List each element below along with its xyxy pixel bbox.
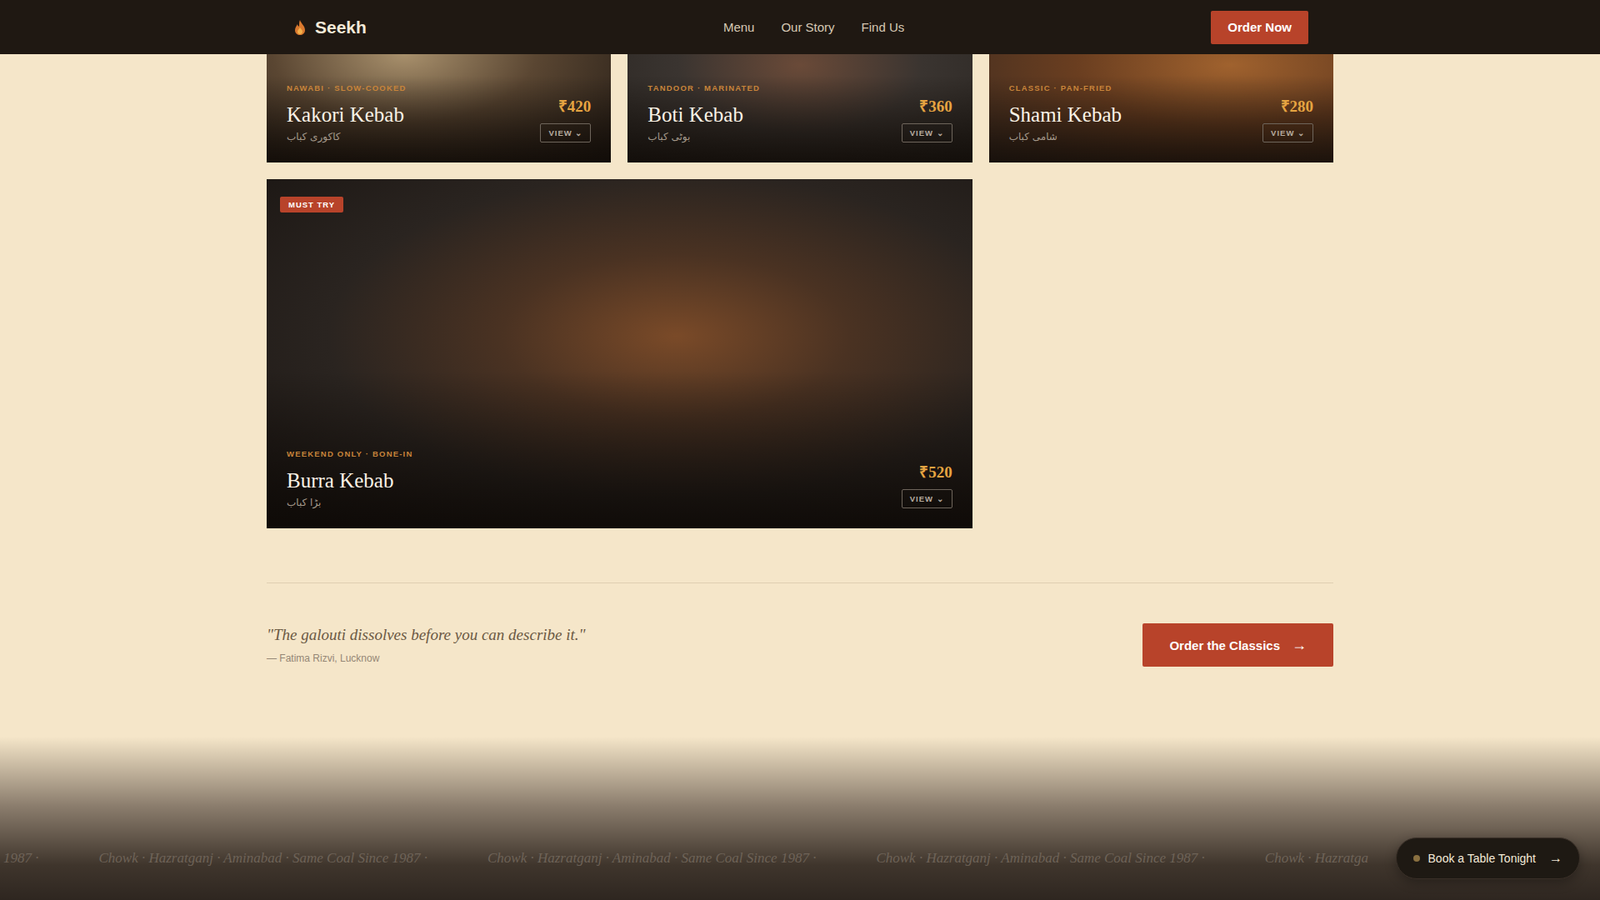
dish-card[interactable]: TANDOOR · MARINATED Boti Kebab بوٹی کباب ₹3… <box>627 54 972 163</box>
dish-card[interactable]: MUST TRY WEEKEND ONLY · BONE-IN Burra Keba… <box>266 179 973 529</box>
dish-grid: NAWABI · SLOW-COOKED Kakori Kebab کاکوری ک… <box>266 54 1334 529</box>
header: Seekh Menu Our Story Find Us Order Now <box>0 0 1600 55</box>
dish-tag: NAWABI · SLOW-COOKED <box>286 83 407 93</box>
dish-price: ₹520 <box>919 460 953 483</box>
brand-logo[interactable]: Seekh <box>293 17 367 38</box>
dish-name: Burra Kebab <box>286 468 414 494</box>
nav-link[interactable]: Our Story <box>780 20 835 35</box>
marquee-text: Chowk · Hazratga <box>1265 850 1369 867</box>
quote-author: — Fatima Rizvi, Lucknow <box>266 652 586 665</box>
dish-name: Kakori Kebab <box>286 102 407 128</box>
arrow-icon: → <box>1291 636 1307 655</box>
view-button[interactable]: VIEW ⌄ <box>540 123 591 143</box>
marquee-text: Chowk · Hazratganj · Aminabad · Same Coa… <box>99 850 428 867</box>
page: Seekh Menu Our Story Find Us Order Now NAWABI… <box>0 0 1600 900</box>
testimonial-row: "The galouti dissolves before you can de… <box>266 583 1334 667</box>
order-now-button[interactable]: Order Now <box>1210 10 1309 45</box>
flame-icon <box>293 19 307 36</box>
nav-link[interactable]: Menu <box>723 20 755 35</box>
dish-tag: WEEKEND ONLY · BONE-IN <box>286 449 414 459</box>
brand-name: Seekh <box>315 17 367 38</box>
footer: 1987 · Chowk · Hazratganj · Aminabad · Sa… <box>0 666 1600 900</box>
view-button[interactable]: VIEW ⌄ <box>901 489 953 509</box>
dish-card[interactable]: NAWABI · SLOW-COOKED Kakori Kebab کاکوری ک… <box>266 54 611 163</box>
testimonial: "The galouti dissolves before you can de… <box>266 625 586 665</box>
main-nav: Menu Our Story Find Us <box>723 20 905 35</box>
dish-name: Boti Kebab <box>647 102 760 128</box>
marquee-text: 1987 · <box>3 850 40 867</box>
marquee-text: Chowk · Hazratganj · Aminabad · Same Coa… <box>875 850 1205 867</box>
dish-card[interactable]: CLASSIC · PAN-FRIED Shami Kebab شامی کباب ₹… <box>989 54 1334 163</box>
dish-urdu-name: بوٹی کباب <box>647 130 690 143</box>
dish-urdu-name: شامی کباب <box>1009 130 1058 143</box>
dish-urdu-name: بڑا کباب <box>286 496 321 509</box>
dish-price: ₹360 <box>919 95 953 117</box>
arrow-icon: → <box>1549 850 1563 866</box>
quote-text: "The galouti dissolves before you can de… <box>266 625 586 645</box>
dish-price: ₹280 <box>1280 95 1315 117</box>
view-button[interactable]: VIEW ⌄ <box>1262 123 1314 143</box>
marquee-text: Chowk · Hazratganj · Aminabad · Same Coa… <box>487 850 816 867</box>
order-classics-button[interactable]: Order the Classics→ <box>1142 623 1334 667</box>
book-table-button[interactable]: Book a Table Tonight→ <box>1395 837 1580 880</box>
must-try-badge: MUST TRY <box>280 196 344 213</box>
dish-tag: CLASSIC · PAN-FRIED <box>1009 83 1122 93</box>
dish-urdu-name: کاکوری کباب <box>286 130 341 143</box>
location-marquee: 1987 · Chowk · Hazratganj · Aminabad · Sa… <box>0 850 1600 900</box>
dish-name: Shami Kebab <box>1009 102 1122 128</box>
dish-tag: TANDOOR · MARINATED <box>647 83 760 93</box>
menu-section: NAWABI · SLOW-COOKED Kakori Kebab کاکوری ک… <box>266 54 1334 667</box>
view-button[interactable]: VIEW ⌄ <box>901 123 953 143</box>
status-dot-icon <box>1413 855 1420 862</box>
dish-price: ₹420 <box>558 95 592 117</box>
divider <box>266 582 1334 584</box>
nav-link[interactable]: Find Us <box>861 20 905 35</box>
